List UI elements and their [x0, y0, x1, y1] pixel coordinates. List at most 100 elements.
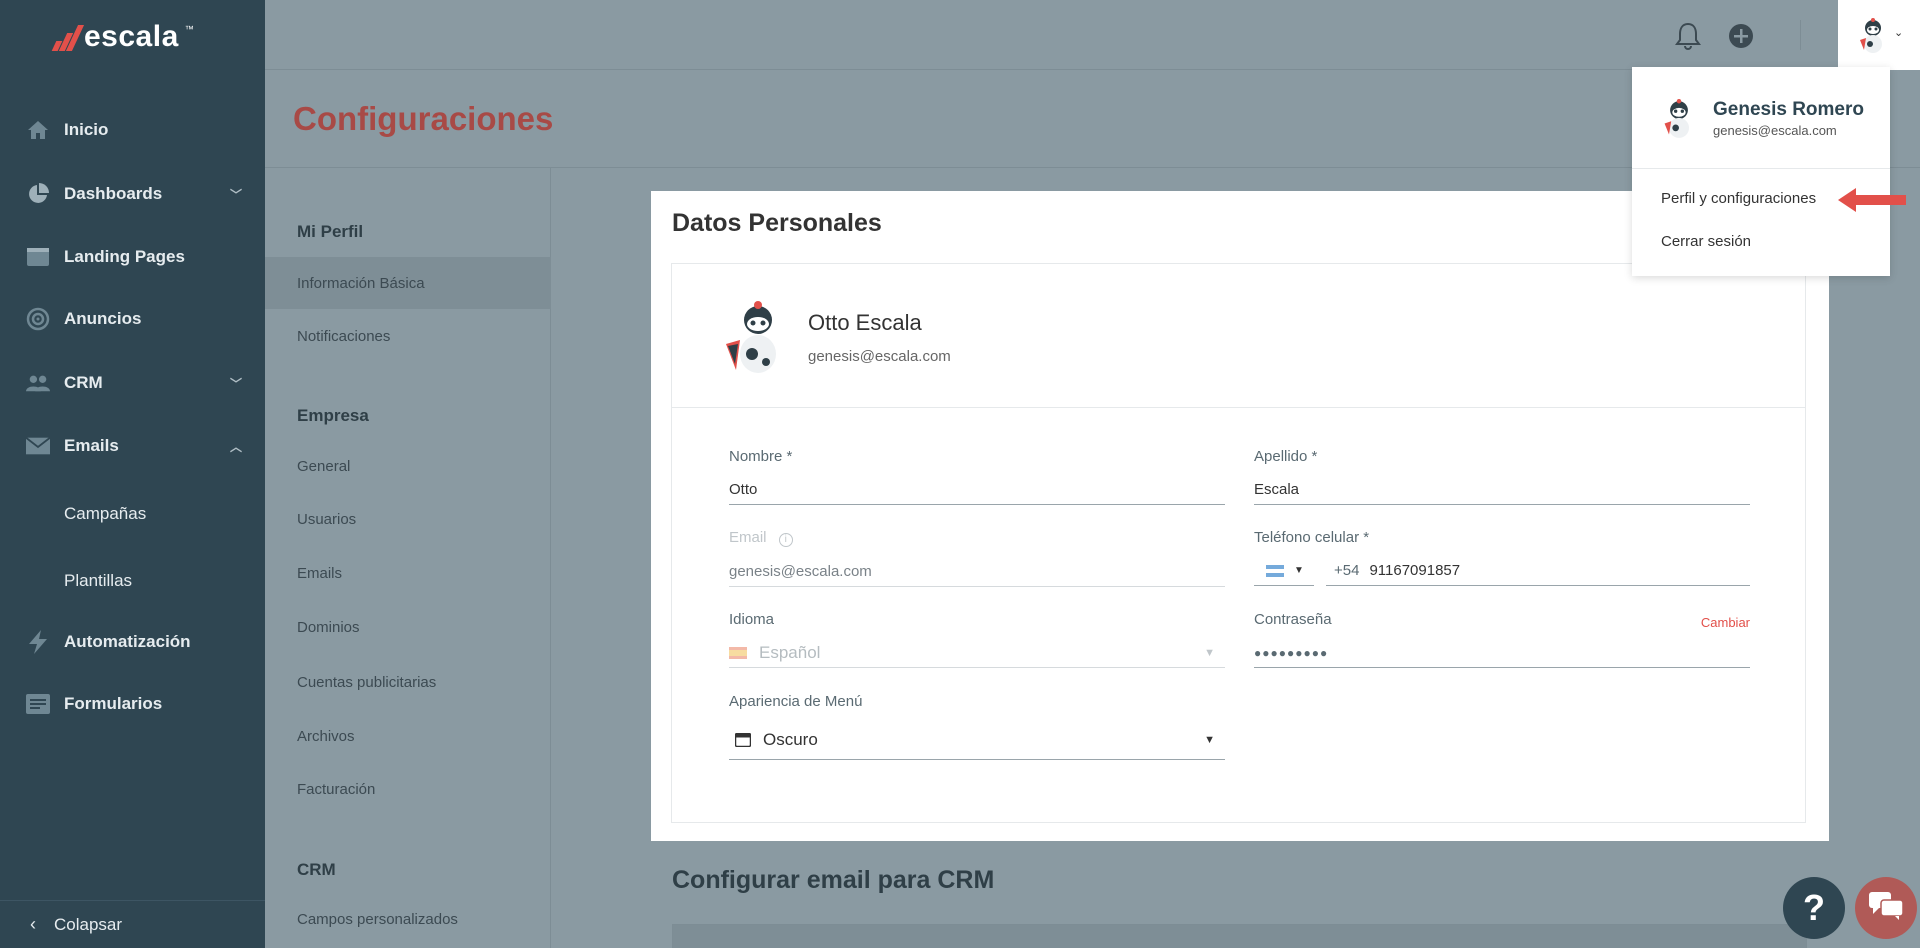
- section-mi-perfil: Mi Perfil: [297, 222, 364, 241]
- user-menu-button[interactable]: ⌄: [1838, 0, 1920, 70]
- sidebar-item-label: Formularios: [64, 694, 163, 713]
- caret-down-icon: ▼: [1204, 646, 1215, 659]
- chat-icon: [1869, 891, 1904, 925]
- phone-input[interactable]: +54 91167091857: [1326, 556, 1750, 586]
- bell-icon[interactable]: [1675, 22, 1701, 55]
- change-password-link[interactable]: Cambiar: [1701, 615, 1750, 630]
- divider: [1800, 20, 1801, 50]
- user-email: genesis@escala.com: [1713, 123, 1837, 138]
- apellido-input[interactable]: Escala: [1254, 475, 1750, 505]
- user-name: Genesis Romero: [1713, 99, 1864, 120]
- sidebar-item-crm[interactable]: CRM ﹀: [0, 361, 265, 405]
- menu-item-notificaciones[interactable]: Notificaciones: [297, 328, 390, 345]
- chevron-down-icon: ﹀: [230, 187, 243, 202]
- nombre-input[interactable]: Otto: [729, 475, 1225, 505]
- brand-logo[interactable]: escala ™: [51, 20, 194, 54]
- crm-email-section-title: Configurar email para CRM: [672, 866, 995, 894]
- landing-page-icon: [26, 245, 50, 269]
- settings-menu: Mi Perfil Información Básica Notificacio…: [265, 168, 551, 948]
- apariencia-label: Apariencia de Menú: [729, 693, 863, 710]
- sidebar-item-emails[interactable]: Emails ︿: [0, 424, 265, 468]
- email-field: Email i genesis@escala.com: [729, 529, 1225, 587]
- menu-item-campos-personalizados[interactable]: Campos personalizados: [297, 911, 458, 928]
- page-title: Configuraciones: [293, 100, 554, 137]
- argentina-flag-icon: [1266, 564, 1284, 577]
- sidebar-item-label: Emails: [64, 436, 119, 455]
- sidebar-item-anuncios[interactable]: Anuncios: [0, 297, 265, 341]
- brand-tm: ™: [184, 24, 194, 34]
- target-icon: [26, 307, 50, 331]
- profile-settings-link[interactable]: Perfil y configuraciones: [1661, 190, 1816, 207]
- top-bar: ⌄: [265, 0, 1920, 70]
- chat-button[interactable]: [1855, 877, 1917, 939]
- sidebar-item-dashboards[interactable]: Dashboards ﹀: [0, 172, 265, 216]
- sidebar-item-landing-pages[interactable]: Landing Pages: [0, 235, 265, 279]
- apariencia-field: Apariencia de Menú Oscuro ▼: [729, 693, 1225, 760]
- sidebar-item-formularios[interactable]: Formularios: [0, 682, 265, 726]
- contrasena-label: Contraseña: [1254, 611, 1332, 628]
- sidebar-item-label: Landing Pages: [64, 247, 185, 266]
- window-icon: [735, 732, 751, 747]
- chevron-up-icon: ︿: [230, 439, 243, 454]
- sidebar-item-label: Dashboards: [64, 184, 163, 203]
- profile-name: Otto Escala: [808, 310, 922, 335]
- sidebar-item-label: Inicio: [64, 120, 109, 139]
- arrow-left-icon: [1838, 188, 1906, 217]
- profile-summary: Otto Escala genesis@escala.com: [672, 264, 1805, 408]
- crm-email-section-box: [672, 924, 1807, 948]
- menu-item-dominios[interactable]: Dominios: [297, 619, 360, 636]
- divider: [1632, 168, 1890, 169]
- logout-link[interactable]: Cerrar sesión: [1661, 233, 1751, 250]
- section-empresa: Empresa: [297, 406, 369, 425]
- email-label: Email: [729, 529, 767, 546]
- menu-item-informacion-basica[interactable]: Información Básica: [297, 275, 425, 292]
- apellido-field: Apellido * Escala: [1254, 448, 1750, 505]
- add-circle-icon[interactable]: [1728, 23, 1754, 54]
- avatar: [1856, 18, 1890, 59]
- sidebar: escala ™ Inicio Dashboards ﹀ Landing Pag…: [0, 0, 265, 948]
- personal-data-card: Datos Personales Otto Escala genesis@esc…: [651, 191, 1829, 841]
- spain-flag-icon: [729, 646, 747, 659]
- telefono-label: Teléfono celular *: [1254, 529, 1370, 546]
- menu-item-facturacion[interactable]: Facturación: [297, 781, 375, 798]
- sidebar-subitem-campanas[interactable]: Campañas: [64, 504, 146, 524]
- profile-form-box: Otto Escala genesis@escala.com Nombre * …: [671, 263, 1806, 823]
- sidebar-item-inicio[interactable]: Inicio: [0, 108, 265, 152]
- help-button[interactable]: ?: [1783, 877, 1845, 939]
- card-title: Datos Personales: [672, 209, 882, 237]
- sidebar-item-label: CRM: [64, 373, 103, 392]
- avatar[interactable]: [720, 300, 790, 381]
- sidebar-item-label: Automatización: [64, 632, 191, 651]
- menu-item-usuarios[interactable]: Usuarios: [297, 511, 356, 528]
- email-input: genesis@escala.com: [729, 557, 1225, 587]
- idioma-select[interactable]: Español ▼: [729, 638, 1225, 668]
- mail-icon: [26, 434, 50, 458]
- nombre-field: Nombre * Otto: [729, 448, 1225, 505]
- chevron-down-icon: ﹀: [230, 376, 243, 391]
- telefono-field: Teléfono celular * ▼ +54 91167091857: [1254, 529, 1750, 586]
- lightning-icon: [26, 630, 50, 654]
- contrasena-input[interactable]: ●●●●●●●●●: [1254, 638, 1750, 668]
- sidebar-item-automatizacion[interactable]: Automatización: [0, 620, 265, 664]
- caret-down-icon: ▼: [1204, 733, 1215, 746]
- idioma-value: Español: [759, 642, 821, 662]
- info-icon[interactable]: i: [778, 533, 793, 547]
- apellido-label: Apellido *: [1254, 448, 1318, 465]
- sidebar-subitem-plantillas[interactable]: Plantillas: [64, 571, 132, 591]
- country-selector[interactable]: ▼: [1254, 556, 1314, 586]
- idioma-label: Idioma: [729, 611, 775, 628]
- brand-name: escala: [84, 20, 179, 53]
- chevron-left-icon: ‹: [30, 914, 36, 934]
- telefono-input-row: ▼ +54 91167091857: [1254, 556, 1750, 586]
- profile-email: genesis@escala.com: [808, 348, 951, 365]
- collapse-sidebar-button[interactable]: ‹ Colapsar: [0, 900, 265, 948]
- apariencia-select[interactable]: Oscuro ▼: [729, 720, 1225, 760]
- menu-item-archivos[interactable]: Archivos: [297, 728, 355, 745]
- caret-down-icon: ▼: [1294, 565, 1304, 576]
- user-dropdown-menu: Genesis Romero genesis@escala.com Perfil…: [1632, 67, 1890, 276]
- home-icon: [26, 118, 50, 142]
- menu-item-emails[interactable]: Emails: [297, 565, 342, 582]
- avatar: [1660, 99, 1698, 144]
- menu-item-cuentas-publicitarias[interactable]: Cuentas publicitarias: [297, 674, 436, 691]
- menu-item-general[interactable]: General: [297, 458, 350, 475]
